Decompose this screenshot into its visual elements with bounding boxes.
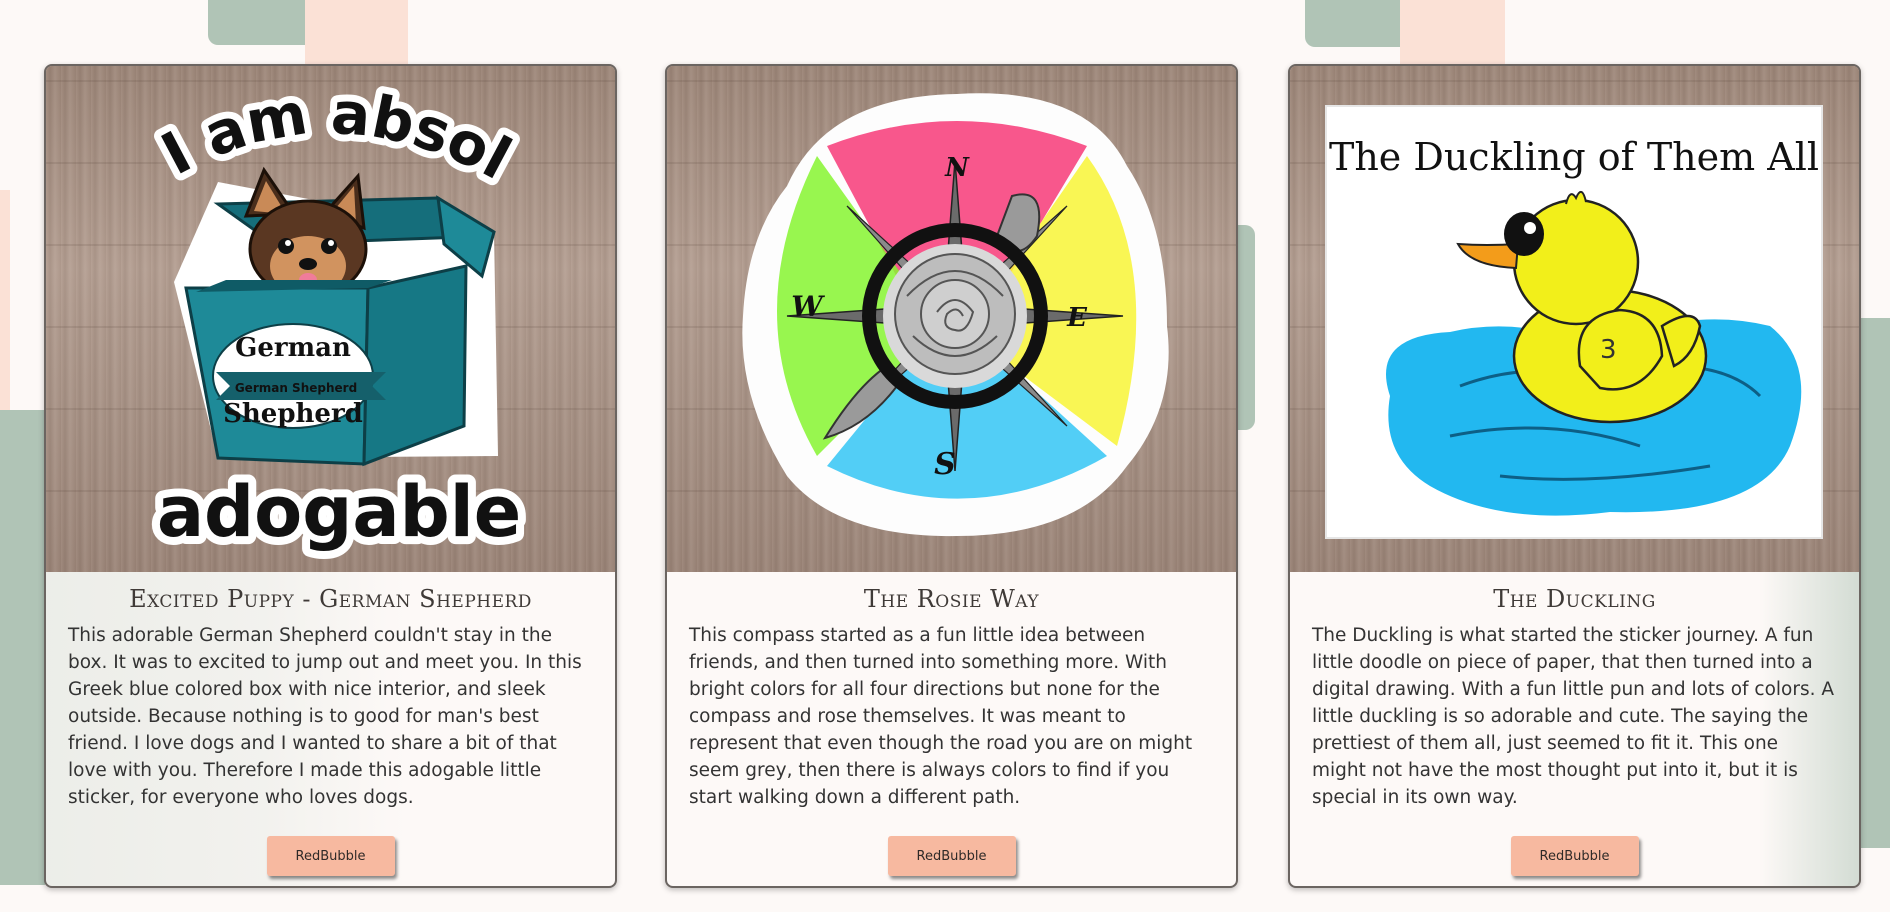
product-image-rosie-way: N E S W [667, 66, 1236, 572]
compass-west-label: W [791, 290, 825, 323]
redbubble-button[interactable]: RedBubble [1510, 836, 1639, 876]
compass-east-label: E [1066, 303, 1088, 333]
card-description: This compass started as a fun little ide… [689, 625, 1193, 808]
box-label-ribbon: German Shepherd [235, 381, 357, 395]
duckling-sticker: The Duckling of Them All 3 [1325, 105, 1823, 539]
decor-sage-tab [1235, 225, 1255, 430]
svg-text:I am absolutely: I am absolutely [46, 66, 522, 193]
wing-number: 3 [1600, 335, 1617, 365]
rose-illustration [894, 253, 1016, 375]
compass-rose-sticker: N E S W [742, 93, 1169, 537]
product-card-rosie-way: N E S W The Rosie Way This compass start… [665, 64, 1238, 888]
sticker-bottom-text: adogable [157, 471, 521, 553]
card-title: Excited Puppy - German Shepherd [129, 585, 532, 613]
decor-sage-strip [0, 410, 45, 885]
card-title: The Duckling [1493, 585, 1656, 613]
card-description: The Duckling is what started the sticker… [1312, 625, 1835, 808]
box-label-bottom: Shepherd [223, 399, 363, 429]
redbubble-button[interactable]: RedBubble [266, 836, 395, 876]
product-card-duckling: The Duckling of Them All 3 The Duckling … [1288, 64, 1861, 888]
compass-south-label: S [934, 447, 956, 482]
product-image-german-shepherd: I am absolutely I am absolutely [46, 66, 615, 572]
decor-sage-strip [1860, 318, 1890, 848]
product-image-duckling: The Duckling of Them All 3 [1290, 66, 1859, 572]
sticker-top-text: I am absolutely [46, 66, 522, 193]
card-title: The Rosie Way [863, 585, 1040, 613]
compass-north-label: N [944, 153, 970, 183]
german-shepherd-sticker: I am absolutely I am absolutely [46, 66, 529, 561]
card-description: This adorable German Shepherd couldn't s… [68, 625, 582, 808]
product-card-german-shepherd: I am absolutely I am absolutely [44, 64, 617, 888]
sticker-caption: The Duckling of Them All [1329, 135, 1819, 179]
box-label-top: German [235, 333, 351, 363]
decor-peach-strip [0, 190, 10, 420]
redbubble-button[interactable]: RedBubble [887, 836, 1016, 876]
